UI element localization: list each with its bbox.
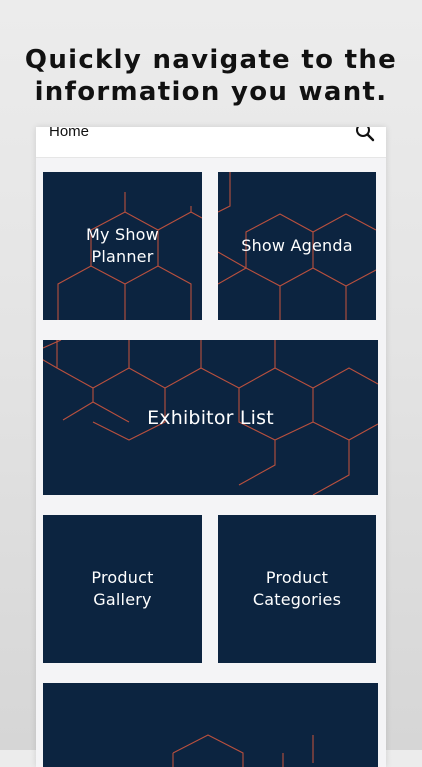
tile-partial-bottom[interactable] (43, 683, 378, 767)
tile-my-show-planner[interactable]: My Show Planner (43, 172, 202, 320)
tile-label: Exhibitor List (147, 406, 274, 429)
tile-label: Product Categories (252, 568, 342, 609)
tile-product-gallery[interactable]: Product Gallery (43, 515, 202, 663)
promo-headline-line-2: information you want. (34, 77, 388, 107)
tile-product-categories[interactable]: Product Categories (218, 515, 376, 663)
tile-label: My Show Planner (86, 225, 159, 266)
tile-label: Show Agenda (241, 236, 353, 255)
promo-headline-line-1: Quickly navigate to the (24, 45, 398, 75)
search-icon (356, 127, 375, 142)
page-title: Home (49, 127, 90, 140)
tile-exhibitor-list[interactable]: Exhibitor List (43, 340, 378, 495)
top-navigation-bar: Home (36, 127, 386, 158)
app-screen: Home My Show Planner Show Agenda Exhibit… (36, 127, 386, 767)
tile-show-agenda[interactable]: Show Agenda (218, 172, 376, 320)
promo-headline: Quickly navigate to the information you … (0, 44, 422, 108)
tile-label: Product Gallery (91, 568, 154, 609)
tile-hex-pattern (172, 734, 314, 767)
search-button[interactable] (354, 127, 376, 143)
